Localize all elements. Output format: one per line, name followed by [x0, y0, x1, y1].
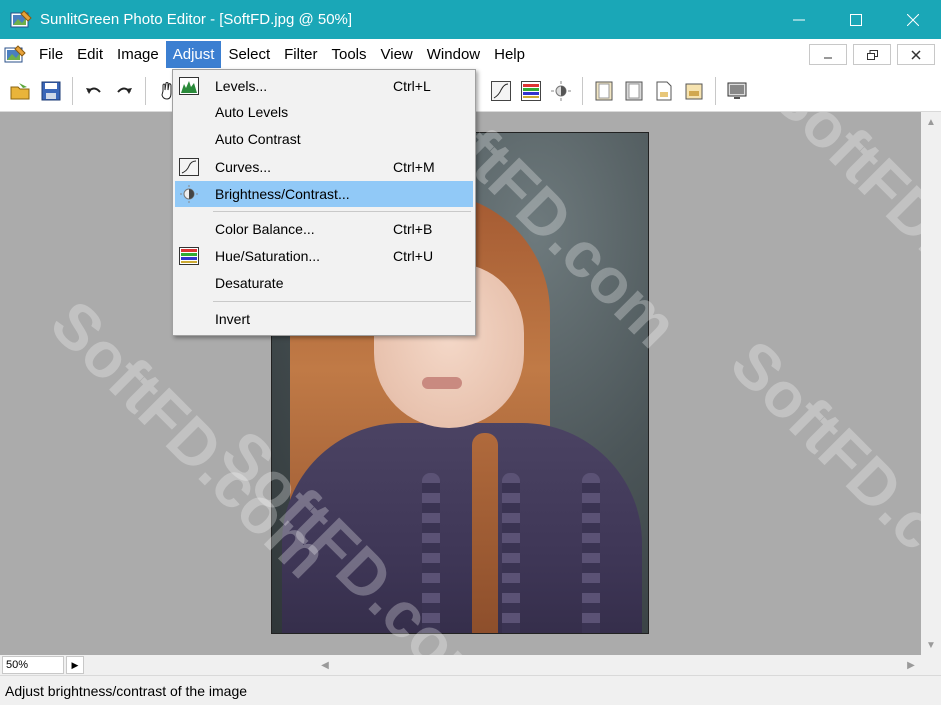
menu-filter[interactable]: Filter	[277, 41, 324, 68]
zoom-level-field[interactable]: 50%	[2, 656, 64, 674]
border-tool-icon[interactable]	[619, 76, 649, 106]
title-bar: SunlitGreen Photo Editor - [SoftFD.jpg @…	[0, 0, 941, 39]
curves-tool-icon[interactable]	[486, 76, 516, 106]
hue-saturation-tool-icon[interactable]	[516, 76, 546, 106]
menu-item-brightness-contrast[interactable]: Brightness/Contrast...	[175, 181, 473, 207]
scroll-down-icon[interactable]: ▼	[921, 635, 941, 655]
open-file-icon[interactable]	[6, 76, 36, 106]
zoom-dropdown-icon[interactable]: ▶	[66, 656, 84, 674]
scroll-right-icon[interactable]: ▶	[901, 655, 921, 675]
scroll-left-icon[interactable]: ◀	[315, 655, 335, 675]
menu-help[interactable]: Help	[487, 41, 532, 68]
status-bar: Adjust brightness/contrast of the image	[0, 675, 941, 705]
menu-item-auto-contrast[interactable]: Auto Contrast	[175, 126, 473, 152]
stamp-tool-icon[interactable]	[679, 76, 709, 106]
menu-item-levels[interactable]: Levels... Ctrl+L	[175, 73, 473, 99]
menu-item-hue-saturation[interactable]: Hue/Saturation... Ctrl+U	[175, 243, 473, 269]
maximize-window-button[interactable]	[827, 0, 884, 39]
window-title: SunlitGreen Photo Editor - [SoftFD.jpg @…	[40, 11, 353, 28]
menu-adjust[interactable]: Adjust	[165, 41, 222, 68]
menu-edit[interactable]: Edit	[70, 41, 110, 68]
menu-window[interactable]: Window	[420, 41, 487, 68]
fullscreen-view-icon[interactable]	[722, 76, 752, 106]
toolbar-separator	[145, 76, 146, 105]
undo-icon[interactable]	[79, 76, 109, 106]
menu-file[interactable]: File	[32, 41, 70, 68]
menu-image[interactable]: Image	[110, 41, 166, 68]
menu-bar: File Edit Image Adjust Select Filter Too…	[0, 39, 941, 70]
document-restore-button[interactable]	[853, 44, 891, 65]
app-logo-icon	[10, 9, 32, 30]
menu-separator	[213, 301, 471, 302]
frame-tool-icon[interactable]	[589, 76, 619, 106]
redo-icon[interactable]	[109, 76, 139, 106]
document-icon[interactable]	[4, 44, 26, 65]
toolbar-separator	[715, 77, 716, 105]
levels-icon	[179, 77, 199, 95]
menu-item-auto-levels[interactable]: Auto Levels	[175, 99, 473, 125]
vertical-scrollbar[interactable]: ▲ ▼	[921, 112, 941, 655]
menu-view[interactable]: View	[374, 41, 420, 68]
menu-tools[interactable]: Tools	[324, 41, 373, 68]
brightness-tool-icon[interactable]	[546, 76, 576, 106]
minimize-window-button[interactable]	[770, 0, 827, 39]
brightness-icon	[179, 185, 199, 203]
menu-separator	[213, 211, 471, 212]
page-tool-icon[interactable]	[649, 76, 679, 106]
hue-saturation-icon	[179, 247, 199, 265]
toolbar-separator	[72, 76, 73, 105]
scroll-up-icon[interactable]: ▲	[921, 112, 941, 132]
watermark-text: SoftFD.com	[717, 326, 921, 632]
watermark-text: SoftFD.com	[757, 112, 921, 362]
menu-item-curves[interactable]: Curves... Ctrl+M	[175, 154, 473, 180]
adjust-menu: Levels... Ctrl+L Auto Levels Auto Contra…	[172, 69, 476, 336]
menu-select[interactable]: Select	[221, 41, 277, 68]
menu-item-invert[interactable]: Invert	[175, 306, 473, 332]
toolbar-separator	[582, 77, 583, 105]
horizontal-bar: 50% ▶ ◀ ▶	[0, 655, 941, 675]
curves-icon	[179, 158, 199, 176]
document-close-button[interactable]	[897, 44, 935, 65]
horizontal-scrollbar[interactable]: ◀ ▶	[315, 655, 921, 675]
document-minimize-button[interactable]	[809, 44, 847, 65]
save-icon[interactable]	[36, 76, 66, 106]
menu-item-desaturate[interactable]: Desaturate	[175, 270, 473, 296]
close-window-button[interactable]	[884, 0, 941, 39]
menu-item-color-balance[interactable]: Color Balance... Ctrl+B	[175, 216, 473, 242]
